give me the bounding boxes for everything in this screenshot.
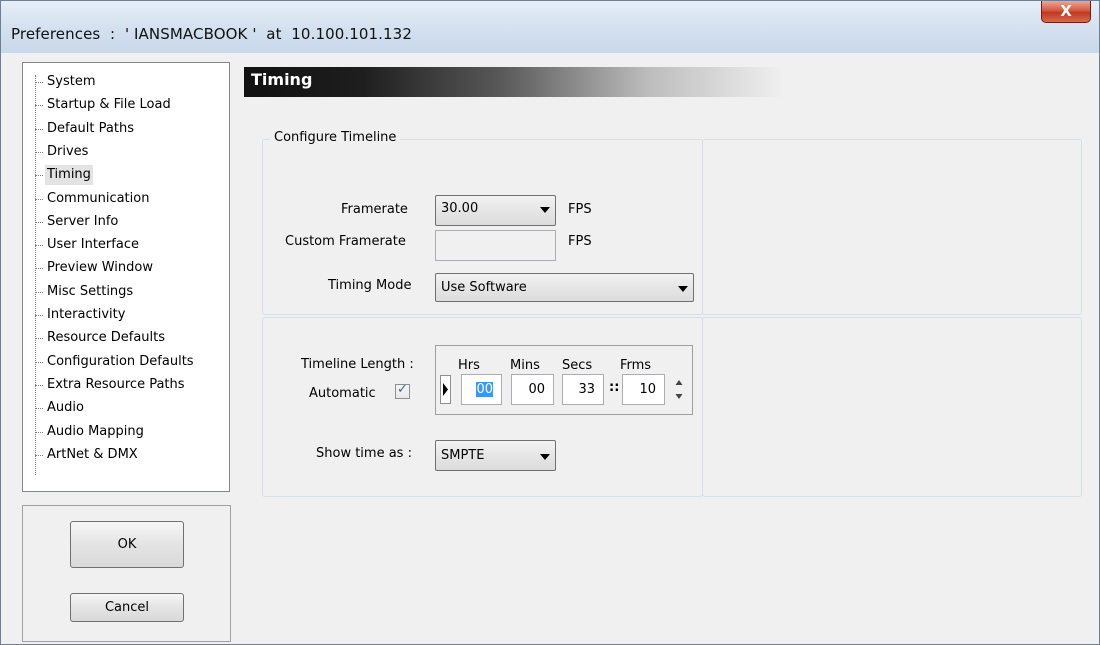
sidebar-item-label: Interactivity (47, 307, 126, 322)
window-title: Preferences : ' IANSMACBOOK ' at 10.100.… (11, 25, 412, 43)
minutes-field[interactable]: 00 (511, 374, 554, 405)
configure-timeline-legend: Configure Timeline (270, 130, 401, 145)
secs-header: Secs (562, 358, 593, 373)
custom-framerate-label: Custom Framerate (285, 234, 406, 249)
seconds-field[interactable]: 33 (562, 374, 604, 405)
checkmark-icon: ✓ (397, 382, 408, 397)
sidebar-item-label: Drives (47, 144, 89, 159)
timing-mode-label: Timing Mode (328, 278, 412, 293)
sidebar-item-label: Default Paths (47, 121, 134, 136)
minutes-value: 00 (528, 382, 545, 397)
sidebar-item-label: Communication (47, 191, 150, 206)
spin-up-icon[interactable] (675, 380, 683, 385)
tree-branch-line (35, 129, 43, 130)
frame-separator: :: (609, 380, 620, 395)
chevron-down-icon (540, 454, 550, 460)
frames-value: 10 (639, 382, 656, 397)
tree-branch-line (35, 199, 43, 200)
sidebar-item-label: ArtNet & DMX (47, 447, 138, 462)
tree-branch-line (35, 105, 43, 106)
section-header: Timing (244, 67, 784, 97)
custom-framerate-unit: FPS (568, 234, 592, 249)
ok-button[interactable]: OK (70, 521, 184, 568)
cancel-button[interactable]: Cancel (70, 593, 184, 622)
timing-mode-value: Use Software (441, 280, 527, 295)
sidebar-item-label: Configuration Defaults (47, 354, 194, 369)
tree-branch-line (35, 408, 43, 409)
chevron-down-icon (540, 207, 550, 213)
timeline-length-label: Timeline Length : (301, 357, 414, 372)
framerate-label: Framerate (341, 202, 408, 217)
sidebar-item-label: Startup & File Load (47, 97, 171, 112)
sidebar-item-label: System (47, 74, 96, 89)
section-title: Timing (251, 70, 313, 89)
tree-branch-line (35, 152, 43, 153)
frames-field[interactable]: 10 (622, 374, 665, 405)
sidebar-item-label: Server Info (47, 214, 119, 229)
empty-panel-bottom (702, 317, 1082, 497)
sidebar-item-label: Audio Mapping (47, 424, 144, 439)
sidebar-item-label: Extra Resource Paths (47, 377, 185, 392)
hours-value: 00 (476, 382, 493, 397)
tree-branch-line (35, 338, 43, 339)
mins-header: Mins (510, 358, 540, 373)
show-time-as-label: Show time as : (316, 446, 412, 461)
title-bar[interactable]: Preferences : ' IANSMACBOOK ' at 10.100.… (1, 1, 1099, 53)
tree-branch-line (35, 315, 43, 316)
tree-connector-line (35, 75, 36, 475)
close-button[interactable]: X (1041, 1, 1091, 23)
framerate-select[interactable]: 30.00 (435, 195, 556, 226)
tree-branch-line (35, 222, 43, 223)
timecode-editor: Hrs Mins Secs Frms 00 00 33 :: 10 (435, 345, 693, 415)
frms-header: Frms (620, 358, 652, 373)
seconds-value: 33 (578, 382, 595, 397)
chevron-down-icon (678, 286, 688, 292)
sidebar-item-label: User Interface (47, 237, 139, 252)
caret-right-icon[interactable] (440, 375, 452, 405)
dialog-button-panel: OK Cancel (22, 505, 231, 642)
tree-branch-line (35, 175, 43, 176)
timing-mode-select[interactable]: Use Software (435, 273, 694, 302)
tree-branch-line (35, 268, 43, 269)
empty-panel-top (702, 139, 1082, 315)
framerate-unit: FPS (568, 202, 592, 217)
framerate-value: 30.00 (441, 201, 479, 216)
automatic-checkbox[interactable]: ✓ (395, 382, 410, 399)
sidebar-item-label: Misc Settings (47, 284, 134, 299)
hrs-header: Hrs (458, 358, 480, 373)
tree-branch-line (35, 385, 43, 386)
tree-branch-line (35, 292, 43, 293)
category-tree[interactable]: System Startup & File Load Default Paths Dr… (22, 62, 230, 492)
close-icon: X (1060, 2, 1072, 20)
tree-branch-line (35, 432, 43, 433)
sidebar-item-label: Audio (47, 400, 84, 415)
sidebar-item-label: Timing (45, 165, 93, 185)
show-time-select[interactable]: SMPTE (435, 440, 556, 471)
spinner[interactable] (672, 375, 686, 405)
show-time-value: SMPTE (441, 448, 485, 463)
spin-down-icon[interactable] (675, 394, 683, 399)
tree-branch-line (35, 362, 43, 363)
automatic-label: Automatic (309, 386, 376, 401)
custom-framerate-input (435, 230, 556, 261)
sidebar-item-label: Preview Window (47, 260, 153, 275)
tree-branch-line (35, 455, 43, 456)
hours-field[interactable]: 00 (461, 374, 502, 405)
sidebar-item-label: Resource Defaults (47, 330, 166, 345)
tree-branch-line (35, 82, 43, 83)
tree-branch-line (35, 245, 43, 246)
